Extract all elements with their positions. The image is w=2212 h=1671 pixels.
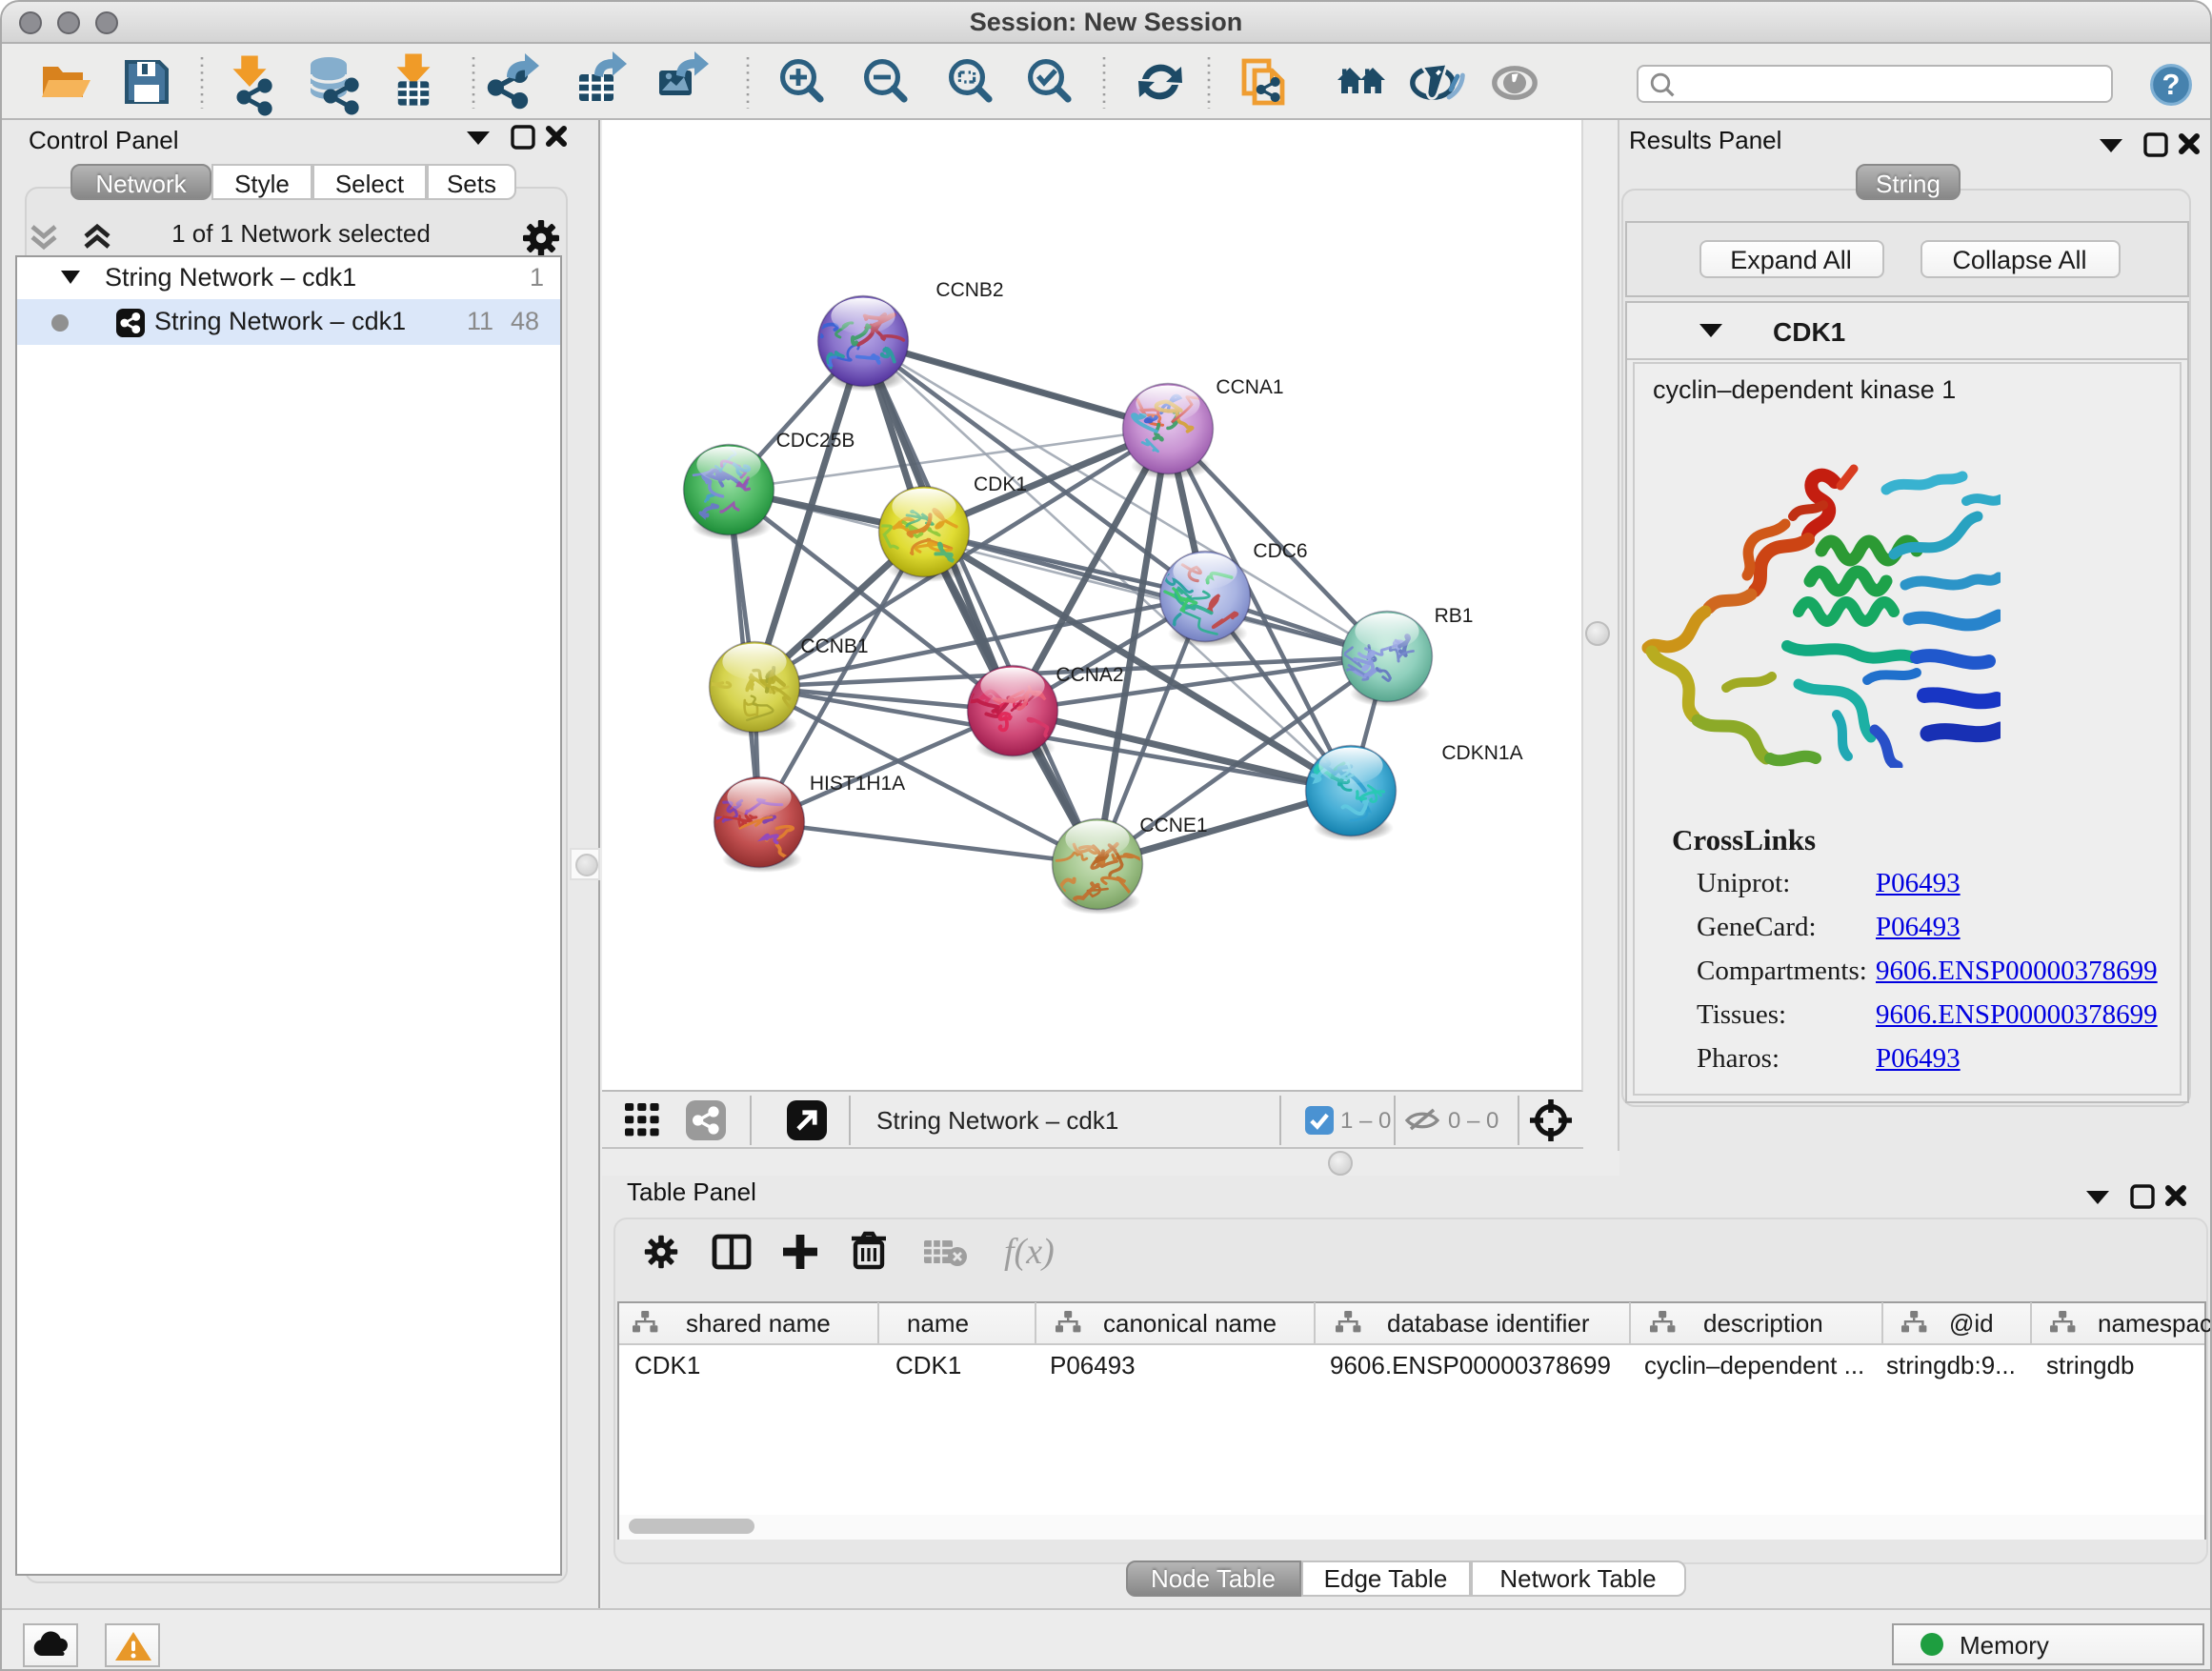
- svg-text:HIST1H1A: HIST1H1A: [810, 773, 905, 795]
- svg-text:?: ?: [2162, 68, 2181, 101]
- svg-text:CDK1: CDK1: [974, 473, 1027, 495]
- svg-text:CCNA2: CCNA2: [1056, 664, 1123, 686]
- svg-text:CCNB1: CCNB1: [800, 635, 868, 657]
- svg-text:CDC25B: CDC25B: [776, 430, 855, 452]
- svg-text:CDC6: CDC6: [1253, 540, 1307, 562]
- svg-text:0 – 0: 0 – 0: [1448, 1108, 1498, 1134]
- svg-text:CDKN1A: CDKN1A: [1441, 742, 1522, 764]
- svg-text:f(x): f(x): [1004, 1232, 1055, 1272]
- svg-text:CCNA1: CCNA1: [1216, 376, 1283, 398]
- svg-text:RB1: RB1: [1435, 605, 1474, 627]
- svg-text:CCNE1: CCNE1: [1139, 815, 1207, 836]
- svg-text:1 – 0: 1 – 0: [1340, 1108, 1391, 1134]
- svg-text:CCNB2: CCNB2: [935, 279, 1003, 301]
- svg-text:String Network – cdk1: String Network – cdk1: [876, 1106, 1118, 1135]
